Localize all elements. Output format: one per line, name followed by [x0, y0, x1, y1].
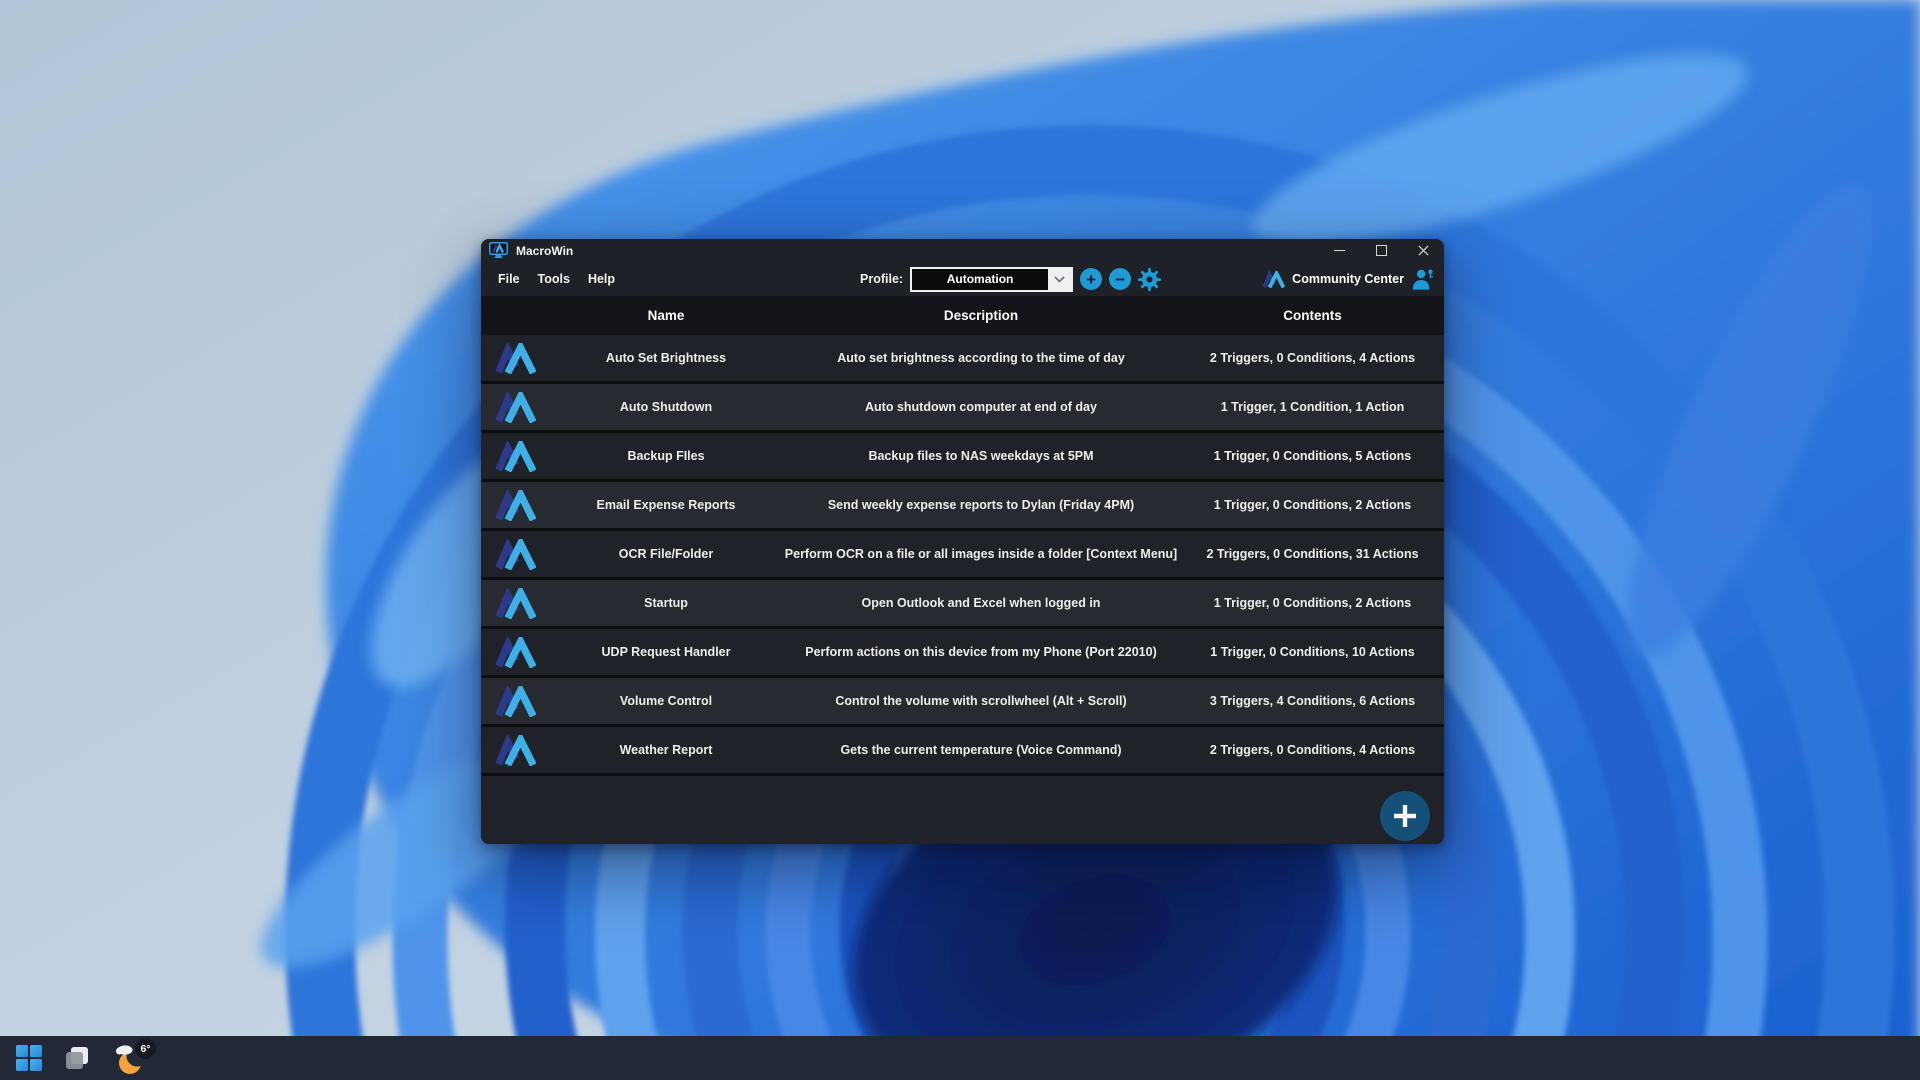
task-view-button[interactable] [64, 1045, 90, 1071]
minimize-button[interactable] [1318, 239, 1360, 262]
macro-contents: 1 Trigger, 0 Conditions, 2 Actions [1181, 498, 1444, 512]
menu-tools[interactable]: Tools [529, 267, 579, 291]
header-name: Name [551, 308, 781, 323]
add-profile-button[interactable]: + [1080, 268, 1102, 290]
macro-logo-icon [496, 343, 536, 374]
macro-description: Control the volume with scrollwheel (Alt… [781, 694, 1181, 708]
macro-description: Gets the current temperature (Voice Comm… [781, 743, 1181, 757]
macro-description: Auto shutdown computer at end of day [781, 400, 1181, 414]
profile-group: Profile: Automation + − [860, 262, 1161, 296]
table-row[interactable]: Auto Set Brightness Auto set brightness … [481, 335, 1444, 384]
macro-logo-icon [496, 686, 536, 717]
table-row[interactable]: Email Expense Reports Send weekly expens… [481, 482, 1444, 531]
macro-contents: 1 Trigger, 0 Conditions, 10 Actions [1181, 645, 1444, 659]
macro-logo-icon [496, 637, 536, 668]
macro-description: Perform actions on this device from my P… [781, 645, 1181, 659]
macro-logo-icon [496, 392, 536, 423]
macro-list: Auto Set Brightness Auto set brightness … [481, 335, 1444, 776]
table-row[interactable]: UDP Request Handler Perform actions on t… [481, 629, 1444, 678]
community-center-link[interactable]: Community Center [1263, 262, 1435, 296]
macro-logo-icon [496, 735, 536, 766]
macro-description: Open Outlook and Excel when logged in [781, 596, 1181, 610]
macro-logo-icon [496, 539, 536, 570]
macro-name: Startup [551, 596, 781, 610]
profile-select[interactable]: Automation [910, 267, 1073, 292]
macro-contents: 2 Triggers, 0 Conditions, 4 Actions [1181, 351, 1444, 365]
macro-logo-icon [496, 588, 536, 619]
macro-logo-icon [496, 490, 536, 521]
macro-description: Auto set brightness according to the tim… [781, 351, 1181, 365]
table-header: Name Description Contents [481, 296, 1444, 335]
community-center-label: Community Center [1292, 272, 1404, 286]
macro-name: Auto Set Brightness [551, 351, 781, 365]
window-footer [481, 776, 1444, 844]
macrowin-logo-icon [1263, 271, 1285, 288]
macro-logo-icon [496, 441, 536, 472]
app-monitor-icon [489, 242, 509, 259]
maximize-icon [1376, 245, 1387, 256]
close-icon [1418, 245, 1429, 256]
start-button[interactable] [16, 1045, 42, 1071]
macro-contents: 3 Triggers, 4 Conditions, 6 Actions [1181, 694, 1444, 708]
table-row[interactable]: Auto Shutdown Auto shutdown computer at … [481, 384, 1444, 433]
macro-contents: 1 Trigger, 0 Conditions, 5 Actions [1181, 449, 1444, 463]
header-contents: Contents [1181, 308, 1444, 323]
weather-widget[interactable]: 6° [112, 1040, 156, 1076]
macro-name: Auto Shutdown [551, 400, 781, 414]
minimize-icon [1334, 250, 1345, 251]
macro-name: Volume Control [551, 694, 781, 708]
macro-contents: 2 Triggers, 0 Conditions, 31 Actions [1181, 547, 1444, 561]
macro-description: Perform OCR on a file or all images insi… [781, 547, 1181, 561]
minus-icon: − [1115, 271, 1125, 288]
macro-description: Send weekly expense reports to Dylan (Fr… [781, 498, 1181, 512]
menu-bar: File Tools Help Profile: Automation + − [481, 262, 1444, 296]
macro-name: Email Expense Reports [551, 498, 781, 512]
task-view-icon [64, 1045, 90, 1071]
macrowin-window: MacroWin File Tools Help Profile: Automa… [481, 239, 1444, 844]
table-row[interactable]: Weather Report Gets the current temperat… [481, 727, 1444, 776]
add-macro-button[interactable] [1380, 791, 1430, 841]
title-bar: MacroWin [481, 239, 1444, 262]
table-row[interactable]: OCR File/Folder Perform OCR on a file or… [481, 531, 1444, 580]
table-row[interactable]: Startup Open Outlook and Excel when logg… [481, 580, 1444, 629]
menu-help[interactable]: Help [579, 267, 624, 291]
taskbar: 6° [0, 1036, 1920, 1080]
window-title: MacroWin [516, 244, 573, 258]
window-controls [1318, 239, 1444, 262]
menu-file[interactable]: File [489, 267, 529, 291]
chevron-down-icon [1054, 276, 1065, 283]
combo-arrow-button[interactable] [1048, 269, 1071, 290]
macro-contents: 2 Triggers, 0 Conditions, 4 Actions [1181, 743, 1444, 757]
windows-logo-icon [16, 1045, 42, 1071]
remove-profile-button[interactable]: − [1109, 268, 1131, 290]
community-user-icon[interactable] [1411, 267, 1435, 292]
header-description: Description [781, 308, 1181, 323]
table-row[interactable]: Backup FIles Backup files to NAS weekday… [481, 433, 1444, 482]
weather-temperature-badge: 6° [135, 1038, 156, 1059]
profile-label: Profile: [860, 272, 903, 286]
close-button[interactable] [1402, 239, 1444, 262]
macro-contents: 1 Trigger, 0 Conditions, 2 Actions [1181, 596, 1444, 610]
macro-contents: 1 Trigger, 1 Condition, 1 Action [1181, 400, 1444, 414]
maximize-button[interactable] [1360, 239, 1402, 262]
settings-gear-icon[interactable] [1138, 268, 1161, 291]
macro-name: OCR File/Folder [551, 547, 781, 561]
plus-icon [1392, 803, 1418, 829]
macro-name: UDP Request Handler [551, 645, 781, 659]
macro-description: Backup files to NAS weekdays at 5PM [781, 449, 1181, 463]
macro-name: Weather Report [551, 743, 781, 757]
plus-icon: + [1086, 271, 1096, 288]
profile-selected-value: Automation [912, 269, 1048, 290]
table-row[interactable]: Volume Control Control the volume with s… [481, 678, 1444, 727]
macro-name: Backup FIles [551, 449, 781, 463]
